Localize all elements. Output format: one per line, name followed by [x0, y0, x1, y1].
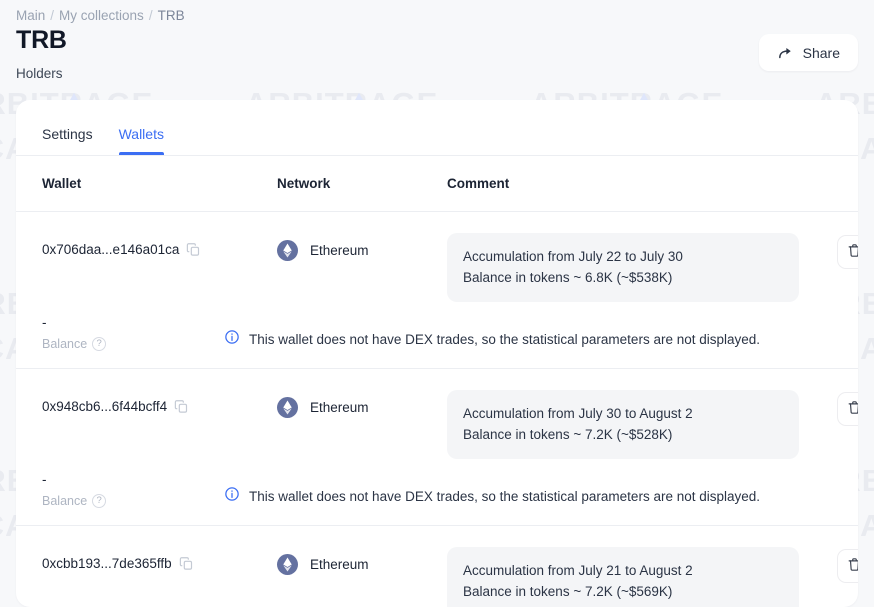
network-name: Ethereum — [310, 242, 369, 258]
table-row: 0xcbb193...7de365ffb Ethereum Accumulati… — [16, 526, 858, 607]
wallets-card: Settings Wallets Wallet Network Comment … — [16, 99, 858, 607]
column-header-wallet: Wallet — [42, 175, 82, 191]
notice-text: This wallet does not have DEX trades, so… — [249, 331, 761, 347]
page-title: TRB — [16, 26, 67, 54]
column-header-comment: Comment — [447, 175, 510, 191]
balance-value: - — [42, 314, 47, 330]
copy-icon[interactable] — [186, 242, 201, 257]
copy-icon[interactable] — [174, 399, 189, 414]
delete-wallet-button[interactable] — [837, 548, 858, 583]
comment-box[interactable]: Accumulation from July 22 to July 30 Bal… — [447, 232, 799, 302]
network-cell: Ethereum — [277, 547, 447, 575]
table-row-stats: - Balance ? This wallet does not have DE… — [42, 459, 832, 525]
share-button-label: Share — [802, 44, 840, 61]
tab-bar: Settings Wallets — [16, 100, 858, 156]
comment-line-1: Accumulation from July 22 to July 30 — [463, 248, 683, 264]
table-header: Wallet Network Comment — [16, 156, 858, 212]
comment-line-2: Balance in tokens ~ 7.2K (~$528K) — [463, 426, 673, 442]
ethereum-icon — [277, 396, 298, 418]
balance-label-row: Balance ? — [42, 493, 212, 508]
page-subtitle: Holders — [16, 65, 63, 81]
no-dex-trades-notice: This wallet does not have DEX trades, so… — [224, 486, 760, 508]
tab-wallets[interactable]: Wallets — [118, 126, 165, 155]
breadcrumb-item-main[interactable]: Main — [16, 8, 45, 23]
comment-line-1: Accumulation from July 21 to August 2 — [463, 562, 693, 578]
wallet-cell: 0x706daa...e146a01ca — [42, 233, 277, 257]
share-arrow-icon — [777, 44, 794, 61]
table-body: 0x706daa...e146a01ca Ethereum Accumulati… — [16, 212, 858, 607]
balance-label: Balance — [42, 493, 88, 508]
comment-box[interactable]: Accumulation from July 30 to August 2 Ba… — [447, 389, 799, 459]
comment-cell: Accumulation from July 22 to July 30 Bal… — [447, 232, 799, 302]
table-row-main: 0x948cb6...6f44bcff4 Ethereum Accumulati… — [42, 369, 858, 459]
network-cell: Ethereum — [277, 233, 447, 261]
balance-block: - Balance ? — [42, 315, 212, 351]
table-row: 0x706daa...e146a01ca Ethereum Accumulati… — [16, 212, 858, 369]
share-button[interactable]: Share — [758, 34, 858, 71]
page-header: TRB Holders Share — [16, 22, 858, 81]
balance-value: - — [42, 471, 47, 487]
no-dex-trades-notice: This wallet does not have DEX trades, so… — [224, 329, 760, 351]
wallet-cell: 0x948cb6...6f44bcff4 — [42, 390, 277, 414]
row-actions — [799, 547, 858, 583]
wallet-address: 0xcbb193...7de365ffb — [42, 555, 172, 571]
breadcrumb-separator: / — [148, 7, 153, 23]
row-actions — [799, 390, 858, 426]
breadcrumb-separator: / — [50, 7, 55, 23]
delete-wallet-button[interactable] — [837, 391, 858, 426]
page-root: Main / My collections / TRB TRB Holders … — [0, 0, 874, 607]
copy-icon[interactable] — [179, 556, 194, 571]
breadcrumb-item-my-collections[interactable]: My collections — [59, 8, 144, 23]
wallet-address: 0x706daa...e146a01ca — [42, 241, 180, 257]
trash-icon — [847, 400, 858, 418]
notice-text: This wallet does not have DEX trades, so… — [249, 488, 761, 504]
comment-cell: Accumulation from July 21 to August 2 Ba… — [447, 546, 799, 607]
breadcrumb: Main / My collections / TRB — [16, 0, 858, 23]
delete-wallet-button[interactable] — [837, 234, 858, 269]
table-row: 0x948cb6...6f44bcff4 Ethereum Accumulati… — [16, 369, 858, 526]
comment-cell: Accumulation from July 30 to August 2 Ba… — [447, 389, 799, 459]
help-circle-icon[interactable]: ? — [92, 493, 107, 508]
tab-settings[interactable]: Settings — [42, 126, 93, 155]
table-row-stats: - Balance ? This wallet does not have DE… — [42, 302, 832, 368]
comment-line-1: Accumulation from July 30 to August 2 — [463, 405, 693, 421]
network-cell: Ethereum — [277, 390, 447, 418]
title-block: TRB Holders — [16, 26, 67, 81]
wallet-cell: 0xcbb193...7de365ffb — [42, 547, 277, 571]
balance-block: - Balance ? — [42, 472, 212, 508]
wallet-address: 0x948cb6...6f44bcff4 — [42, 398, 168, 414]
comment-box[interactable]: Accumulation from July 21 to August 2 Ba… — [447, 546, 799, 607]
network-name: Ethereum — [310, 399, 369, 415]
info-icon — [224, 329, 240, 350]
trash-icon — [847, 243, 858, 261]
row-actions — [799, 233, 858, 269]
balance-label-row: Balance ? — [42, 336, 212, 351]
comment-line-2: Balance in tokens ~ 6.8K (~$538K) — [463, 269, 673, 285]
ethereum-icon — [277, 553, 298, 575]
network-name: Ethereum — [310, 556, 369, 572]
trash-icon — [847, 557, 858, 575]
table-row-main: 0xcbb193...7de365ffb Ethereum Accumulati… — [42, 526, 858, 607]
info-icon — [224, 486, 240, 507]
help-circle-icon[interactable]: ? — [92, 336, 107, 351]
column-header-network: Network — [277, 175, 331, 191]
table-row-main: 0x706daa...e146a01ca Ethereum Accumulati… — [42, 212, 858, 302]
balance-label: Balance — [42, 336, 88, 351]
breadcrumb-item-trb[interactable]: TRB — [158, 8, 185, 23]
ethereum-icon — [277, 239, 298, 261]
comment-line-2: Balance in tokens ~ 7.2K (~$569K) — [463, 583, 673, 599]
